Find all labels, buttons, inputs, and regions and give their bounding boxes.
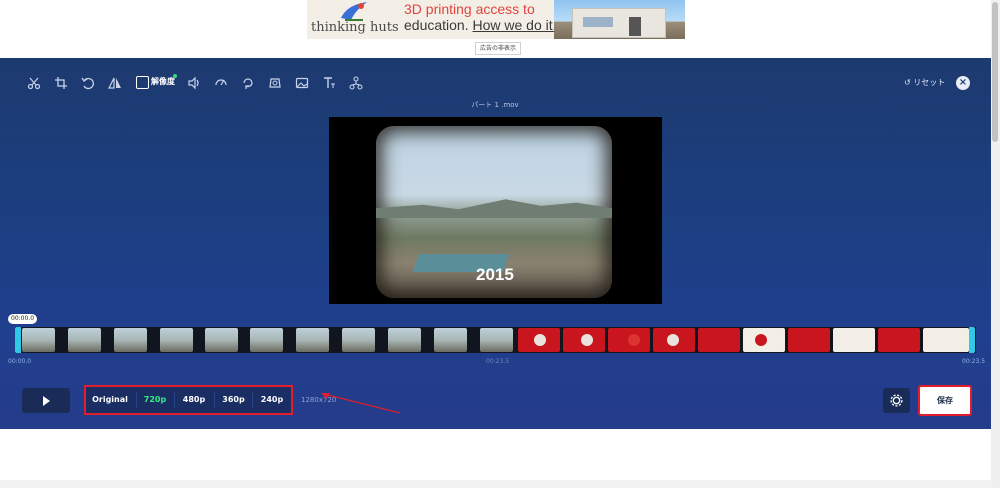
hut-image [572,8,666,38]
resolution-720p-button[interactable]: 720p [137,387,173,413]
annotation-arrow-icon [321,393,401,414]
timeline-end-time: 00:23.5 [962,358,986,365]
resolution-360p-button[interactable]: 360p [215,387,252,413]
page-scrollbar[interactable] [991,0,1000,488]
rotate-icon[interactable] [77,74,99,92]
page-footer [0,480,991,488]
resolution-tool-label: 解像度 [151,77,175,86]
ad-logo-text: thinking huts [311,20,399,35]
resolution-240p-button[interactable]: 240p [253,387,291,413]
trim-handle-start[interactable] [15,327,21,353]
loop-icon[interactable] [237,74,259,92]
timeline-thumbnail [250,328,283,352]
timeline-thumbnail [114,328,147,352]
close-button[interactable]: × [956,76,970,90]
timeline-thumbnail [563,328,605,352]
bird-logo-icon [341,2,367,21]
ad-headline-line2-a: education. [404,17,473,33]
video-editor: 解像度 ↺ リセット × パート 1 .mov 2015 00:00.0 00:… [0,58,991,429]
crop-icon[interactable] [50,74,72,92]
play-button[interactable] [22,388,70,413]
gear-icon [890,394,903,407]
timeline-thumbnail [743,328,785,352]
timeline-mid-time: 00:23.5 [486,358,510,365]
resolution-original-button[interactable]: Original [86,387,134,413]
play-icon [43,396,50,406]
scrollbar-thumb[interactable] [992,2,998,142]
video-preview[interactable]: 2015 [329,117,662,304]
reset-button[interactable]: ↺ リセット [904,76,945,90]
stabilize-icon[interactable] [264,74,286,92]
timeline-thumbnail [434,328,467,352]
ad-link[interactable]: How we do it. [473,17,557,33]
timeline-start-time: 00:00.0 [8,358,32,365]
flip-icon[interactable] [104,74,126,92]
reset-icon: ↺ [904,78,911,87]
timeline-thumbnail [22,328,55,352]
timeline-thumbnail [480,328,513,352]
ad-photo [554,0,685,39]
timeline-thumbnail [923,328,969,352]
resolution-icon [136,76,149,89]
timeline-thumbnail [833,328,875,352]
save-button[interactable]: 保存 [922,389,968,412]
timeline-thumbnail [205,328,238,352]
file-name: パート 1 .mov [471,101,519,109]
hide-ad-button[interactable]: 広告の非表示 [475,42,522,55]
resolution-tool[interactable]: 解像度 [136,74,180,92]
ad-headline-line1: 3D printing access to [404,1,535,17]
volume-icon[interactable] [183,74,205,92]
timeline-thumbnail [296,328,329,352]
timeline-thumbnail [788,328,830,352]
timeline-thumbnail [653,328,695,352]
timeline-strip[interactable] [15,327,976,353]
resolution-480p-button[interactable]: 480p [175,387,213,413]
image-icon[interactable] [291,74,313,92]
resolution-options: Original 720p 480p 360p 240p [84,385,293,415]
current-time-badge: 00:00.0 [8,314,38,324]
timeline-thumbnail [388,328,421,352]
ad-headline-line2: education. How we do it. [404,17,557,33]
video-frame: 2015 [376,126,612,298]
timeline-thumbnail [68,328,101,352]
timeline-thumbnail [342,328,375,352]
scissors-icon[interactable] [23,74,45,92]
timeline-thumbnail [608,328,650,352]
ad-headline: 3D printing access to education. How we … [404,1,557,33]
speed-icon[interactable] [210,74,232,92]
timeline-thumbnail [518,328,560,352]
reset-label: リセット [913,78,946,87]
year-overlay: 2015 [476,265,514,284]
timeline-thumbnail [878,328,920,352]
timeline-thumbnail [698,328,740,352]
ad-banner[interactable]: thinking huts 3D printing access to educ… [307,0,685,39]
settings-button[interactable] [883,388,910,413]
active-dot [173,74,177,78]
merge-icon[interactable] [345,74,367,92]
timeline-thumbnail [160,328,193,352]
trim-handle-end[interactable] [969,327,975,353]
text-icon[interactable] [318,74,340,92]
